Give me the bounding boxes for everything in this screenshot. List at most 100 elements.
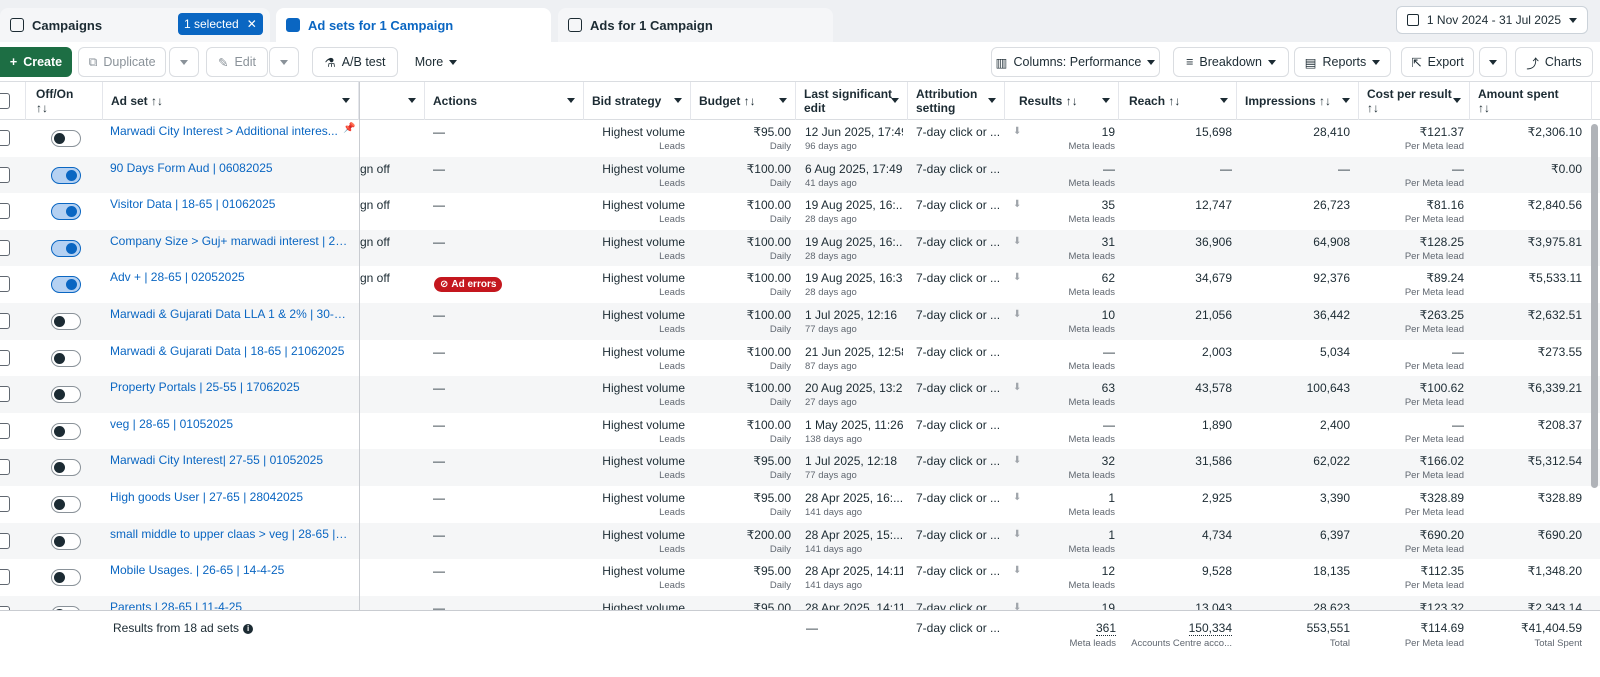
adset-name-link[interactable]: Marwadi City Interest > Additional inter… [110,124,348,138]
budget-value[interactable]: ₹100.00 [747,198,791,212]
date-range-picker[interactable]: 1 Nov 2024 - 31 Jul 2025 [1395,6,1588,34]
adset-name-link[interactable]: Mobile Usages. | 26-65 | 14-4-25 [110,563,348,577]
adset-name-link[interactable]: Company Size > Guj+ marwadi interest | 2… [110,234,348,248]
row-checkbox[interactable] [0,422,10,439]
header-results[interactable]: Results ↑↓ [1005,82,1119,120]
budget-value[interactable]: ₹100.00 [747,381,791,395]
duplicate-button[interactable]: ⧉ Duplicate [78,47,166,77]
duplicate-dropdown[interactable] [169,47,199,77]
row-checkbox[interactable] [0,496,10,512]
delivery-toggle[interactable] [51,532,81,550]
budget-value[interactable]: ₹95.00 [753,491,791,505]
delivery-toggle[interactable] [51,130,81,147]
info-icon[interactable]: i [243,623,254,634]
select-all-checkbox[interactable] [0,93,10,109]
delivery-toggle[interactable] [51,239,81,257]
tab-adsets[interactable]: Ad sets for 1 Campaign [276,8,551,42]
reports-button[interactable]: ▤ Reports [1294,47,1391,77]
header-reach[interactable]: Reach ↑↓ [1119,82,1237,120]
budget-value[interactable]: ₹200.00 [747,528,791,542]
header-offon[interactable]: Off/On ↑↓ [26,82,103,120]
table-row[interactable]: Marwadi City Interest| 27-55 | 01052025 —… [0,449,1600,486]
budget-value[interactable]: ₹100.00 [747,235,791,249]
export-button[interactable]: ⇱ Export [1401,47,1474,77]
budget-value[interactable]: ₹100.00 [747,308,791,322]
download-icon[interactable]: ⬇ [1013,382,1021,393]
header-spent[interactable]: Amount spent ↑↓ [1470,82,1592,120]
row-checkbox[interactable] [0,386,10,403]
table-row[interactable]: Marwadi & Gujarati Data | 18-65 | 210620… [0,340,1600,377]
adset-name-link[interactable]: small middle to upper claas > veg | 28-6… [110,527,348,541]
table-row[interactable]: Marwadi City Interest > Additional inter… [0,120,1600,157]
adset-name-link[interactable]: veg | 28-65 | 01052025 [110,417,348,431]
edit-dropdown[interactable] [269,47,299,77]
row-checkbox[interactable] [0,459,10,476]
download-icon[interactable]: ⬇ [1013,492,1021,503]
budget-value[interactable]: ₹95.00 [753,454,791,468]
adset-name-link[interactable]: Visitor Data | 18-65 | 01062025 [110,197,348,211]
table-row[interactable]: veg | 28-65 | 01052025 — Highest volume Lea… [0,413,1600,450]
create-button[interactable]: + Create [0,47,72,77]
more-button[interactable]: More [404,47,468,77]
table-row[interactable]: Mobile Usages. | 26-65 | 14-4-25 — Highest… [0,559,1600,596]
adset-name-link[interactable]: Marwadi & Gujarati Data | 18-65 | 210620… [110,344,348,358]
delivery-toggle[interactable] [51,203,81,221]
budget-value[interactable]: ₹100.00 [747,162,791,176]
header-last-edit[interactable]: Last significant edit [796,82,908,120]
table-row[interactable]: High goods User | 27-65 | 28042025 — Highe… [0,486,1600,523]
header-budget[interactable]: Budget ↑↓ [691,82,796,120]
delivery-toggle[interactable] [51,349,81,367]
header-delivery[interactable] [359,82,425,120]
breakdown-button[interactable]: ≡ Breakdown [1173,47,1289,77]
budget-value[interactable]: ₹95.00 [753,564,791,578]
delivery-toggle[interactable] [51,459,81,477]
tab-ads[interactable]: Ads for 1 Campaign [558,8,833,42]
columns-button[interactable]: ▥ Columns: Performance [991,47,1160,77]
table-row[interactable]: Company Size > Guj+ marwadi interest | 2… [0,229,1600,267]
row-checkbox[interactable] [0,166,10,183]
header-cpr[interactable]: Cost per result ↑↓ [1359,82,1470,120]
budget-value[interactable]: ₹100.00 [747,271,791,285]
row-checkbox[interactable] [0,130,10,146]
delivery-toggle[interactable] [51,276,81,294]
close-icon[interactable]: ✕ [247,17,257,31]
row-checkbox[interactable] [0,239,10,256]
download-icon[interactable]: ⬇ [1013,309,1021,320]
table-row[interactable]: 90 Days Form Aud | 06082025 gn off — Highes… [0,156,1600,194]
header-impressions[interactable]: Impressions ↑↓ [1237,82,1359,120]
delivery-toggle[interactable] [51,496,81,513]
edit-button[interactable]: ✎ Edit [206,47,268,77]
adset-name-link[interactable]: Property Portals | 25-55 | 17062025 [110,380,348,394]
delivery-toggle[interactable] [51,422,81,440]
ad-errors-badge[interactable]: ⊘ Ad errors [434,277,503,293]
header-actions[interactable]: Actions [425,82,584,120]
delivery-toggle[interactable] [51,386,81,404]
adset-name-link[interactable]: Marwadi City Interest| 27-55 | 01052025 [110,453,348,467]
download-icon[interactable]: ⬇ [1013,126,1021,137]
row-checkbox[interactable] [0,569,10,586]
header-attribution[interactable]: Attribution setting [908,82,1005,120]
delivery-toggle[interactable] [51,166,81,184]
row-checkbox[interactable] [0,313,10,329]
download-icon[interactable]: ⬇ [1013,272,1021,283]
adset-name-link[interactable]: Adv + | 28-65 | 02052025 [110,270,348,284]
delivery-toggle[interactable] [51,569,81,587]
export-dropdown[interactable] [1479,47,1507,77]
budget-value[interactable]: ₹100.00 [747,345,791,359]
adset-name-link[interactable]: High goods User | 27-65 | 28042025 [110,490,348,504]
vertical-scrollbar[interactable] [1591,124,1598,488]
header-bid[interactable]: Bid strategy [584,82,691,120]
selected-badge[interactable]: 1 selected ✕ [178,13,263,35]
budget-value[interactable]: ₹95.00 [753,125,791,139]
row-checkbox[interactable] [0,532,10,549]
download-icon[interactable]: ⬇ [1013,565,1021,576]
header-adset[interactable]: Ad set ↑↓ [103,82,359,120]
row-checkbox[interactable] [0,349,10,366]
charts-button[interactable]: ⤴ Charts [1515,47,1593,77]
pin-icon[interactable]: 📌 [343,123,355,134]
row-checkbox[interactable] [0,276,10,293]
delivery-toggle[interactable] [51,313,81,330]
adset-name-link[interactable]: 90 Days Form Aud | 06082025 [110,161,348,175]
download-icon[interactable]: ⬇ [1013,529,1021,540]
download-icon[interactable]: ⬇ [1013,199,1021,210]
